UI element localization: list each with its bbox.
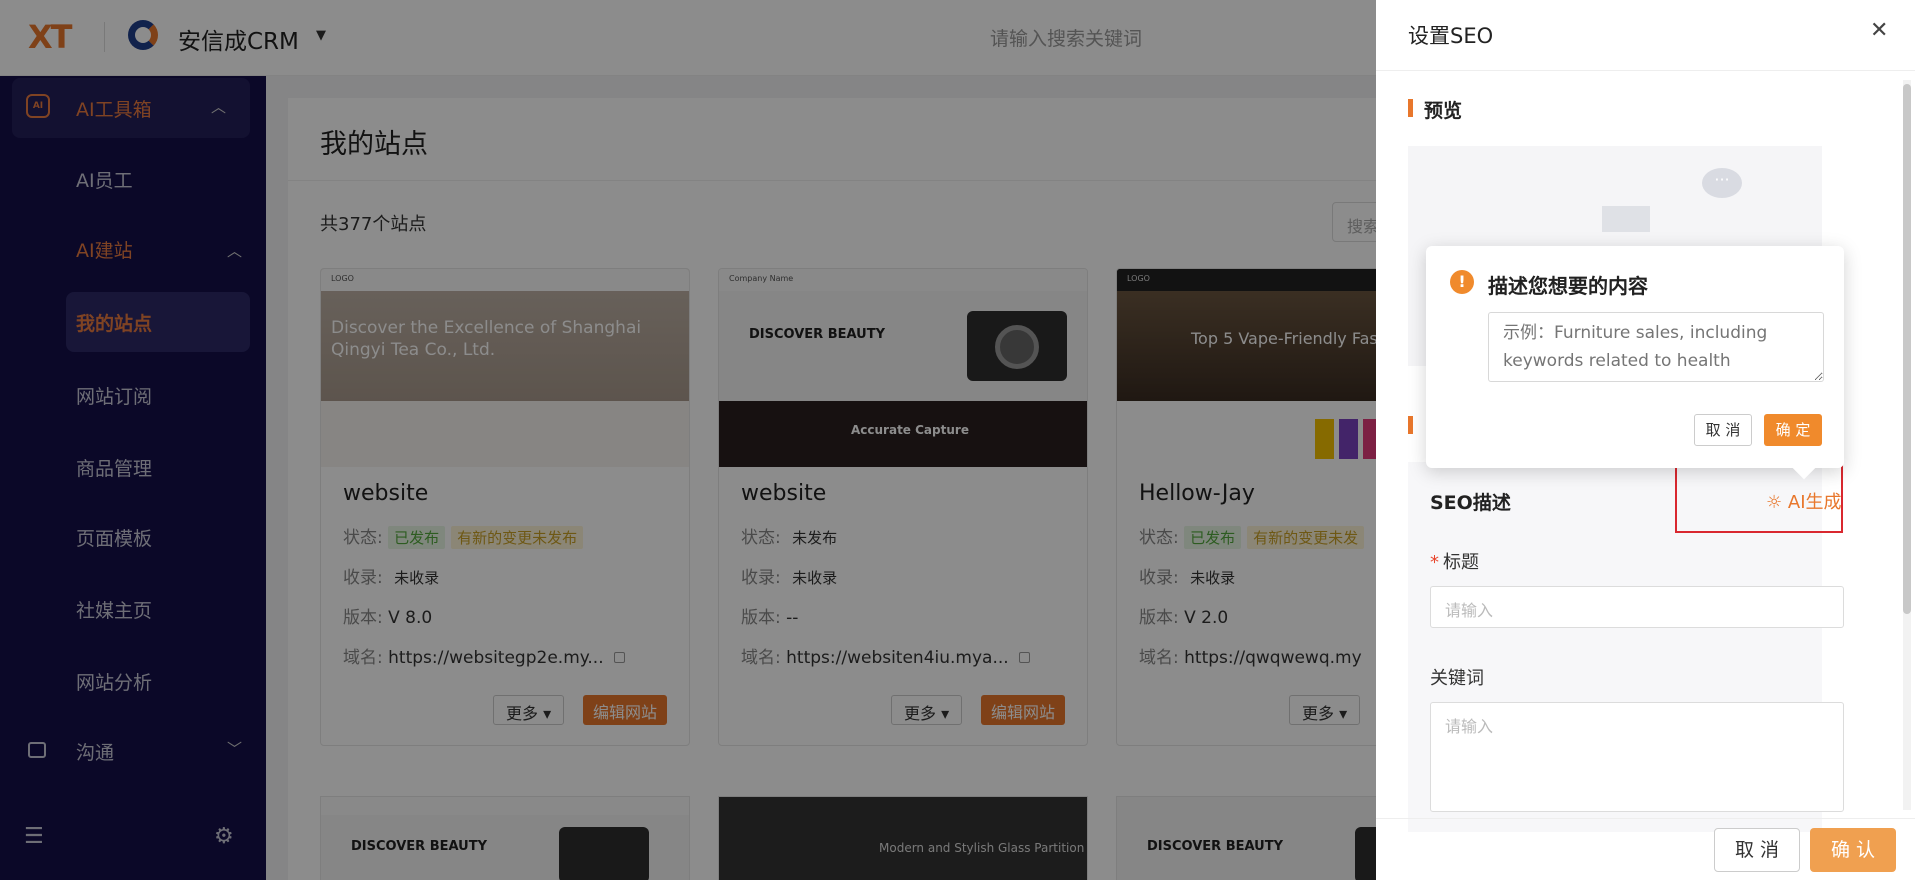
divider <box>1376 818 1915 819</box>
describe-content-textarea[interactable] <box>1488 312 1824 382</box>
title-input[interactable]: 请输入 <box>1430 586 1844 628</box>
section-accent-bar <box>1408 99 1413 117</box>
app-root: XT 安信成CRM ▼ 请输入搜索关键词 AI AI工具箱 ︿ AI员工 AI建… <box>0 0 1915 880</box>
keywords-textarea[interactable]: 请输入 <box>1430 702 1844 812</box>
drawer-title: 设置SEO <box>1408 24 1494 48</box>
ai-describe-popover: ! 描述您想要的内容 取 消 确 定 <box>1426 246 1844 480</box>
title-field-label: * 标题 <box>1430 548 1479 574</box>
required-asterisk: * <box>1430 552 1439 573</box>
document-placeholder-icon <box>1602 206 1650 232</box>
title-label-text: 标题 <box>1443 552 1479 573</box>
popover-ok-button[interactable]: 确 定 <box>1764 414 1822 446</box>
drawer-cancel-button[interactable]: 取 消 <box>1714 828 1800 872</box>
modal-overlay[interactable] <box>0 0 1376 880</box>
seo-description-label: SEO描述 <box>1430 492 1511 514</box>
divider <box>1376 70 1915 71</box>
scrollbar-thumb[interactable] <box>1903 84 1911 614</box>
warning-icon: ! <box>1450 270 1474 294</box>
popover-cancel-button[interactable]: 取 消 <box>1694 414 1752 446</box>
keywords-field-label: 关键词 <box>1430 668 1484 689</box>
popover-title: 描述您想要的内容 <box>1488 274 1648 298</box>
chat-bubble-icon: ··· <box>1702 168 1742 198</box>
section-accent-bar <box>1408 416 1413 434</box>
close-icon[interactable]: ✕ <box>1870 18 1888 43</box>
drawer-confirm-button[interactable]: 确 认 <box>1810 828 1896 872</box>
preview-section-title: 预览 <box>1424 100 1463 122</box>
